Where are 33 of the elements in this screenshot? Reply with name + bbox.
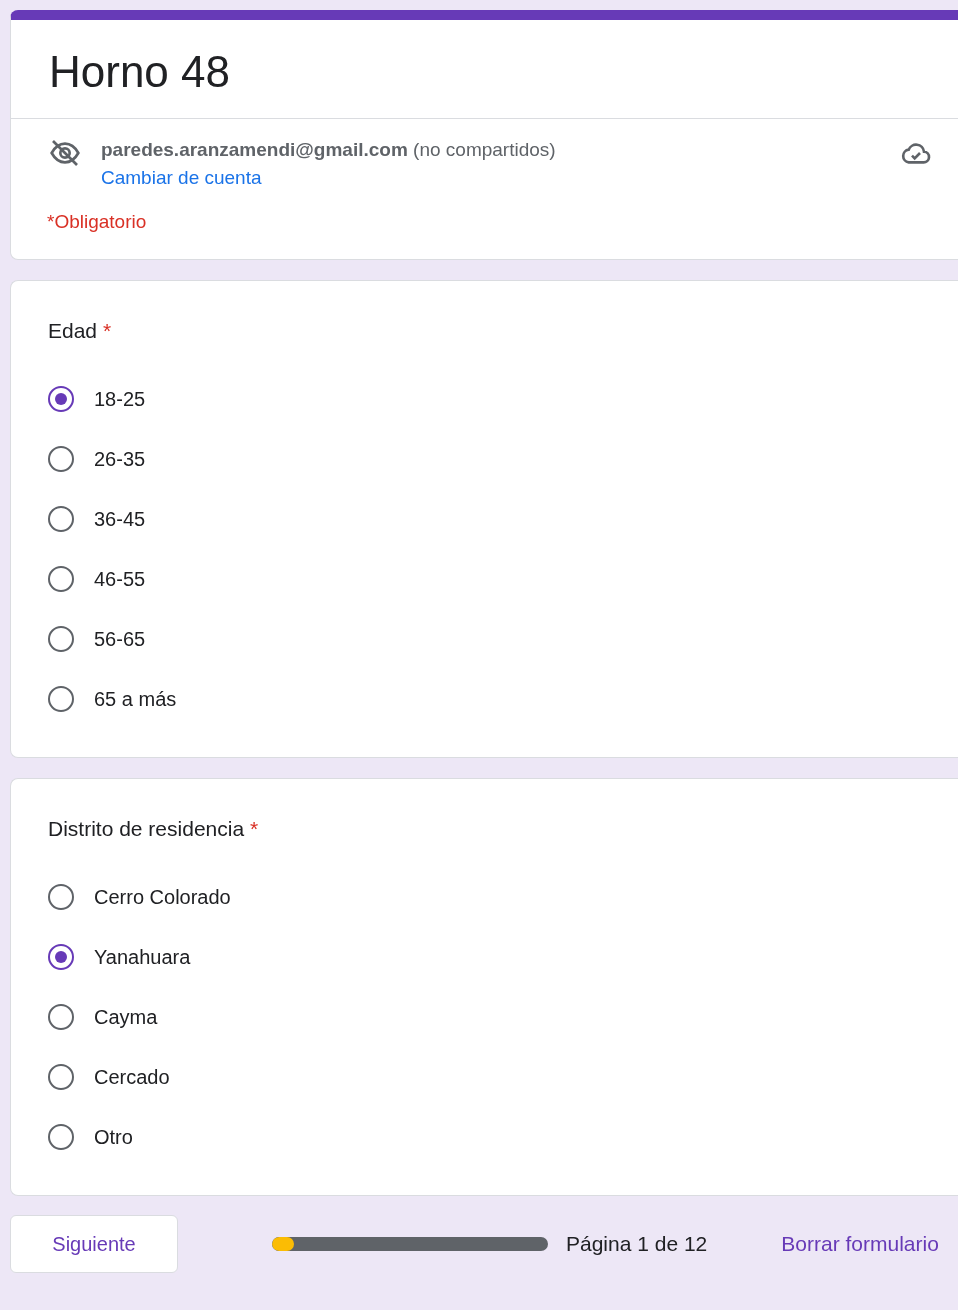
radio-button[interactable] (48, 506, 74, 532)
radio-button[interactable] (48, 566, 74, 592)
form-title: Horno 48 (11, 20, 958, 119)
radio-button[interactable] (48, 1064, 74, 1090)
option-label: 56-65 (94, 627, 146, 651)
option-label: Cayma (94, 1005, 158, 1029)
radio-button[interactable] (48, 1004, 74, 1030)
option-label: Yanahuara (94, 945, 191, 969)
radio-button[interactable] (48, 686, 74, 712)
option-label: Otro (94, 1125, 133, 1149)
radio-button[interactable] (48, 626, 74, 652)
option-label: 18-25 (94, 387, 146, 411)
required-asterisk: * (250, 817, 259, 840)
required-note: *Obligatorio (46, 210, 148, 234)
switch-account-link[interactable]: Cambiar de cuenta (101, 165, 262, 191)
radio-button[interactable] (48, 386, 74, 412)
radio-button[interactable] (48, 446, 74, 472)
account-text: paredes.aranzamendi@gmail.com (no compartidos) (101, 138, 557, 162)
option-label: Cercado (94, 1065, 170, 1089)
page-indicator: Página 1 de 12 (566, 1232, 708, 1256)
radio-button[interactable] (48, 944, 74, 970)
option-label: 36-45 (94, 507, 146, 531)
next-button[interactable]: Siguiente (10, 1215, 178, 1273)
radio-button[interactable] (48, 1124, 74, 1150)
option-label: Cerro Colorado (94, 885, 231, 909)
option-label: 46-55 (94, 567, 146, 591)
clear-form-link[interactable]: Borrar formulario (781, 1232, 939, 1256)
required-asterisk: * (103, 319, 112, 342)
option-label: 65 a más (94, 687, 177, 711)
radio-button[interactable] (48, 884, 74, 910)
option-label: 26-35 (94, 447, 146, 471)
question-title: Distrito de residencia (48, 817, 245, 840)
question-title: Edad (48, 319, 98, 342)
